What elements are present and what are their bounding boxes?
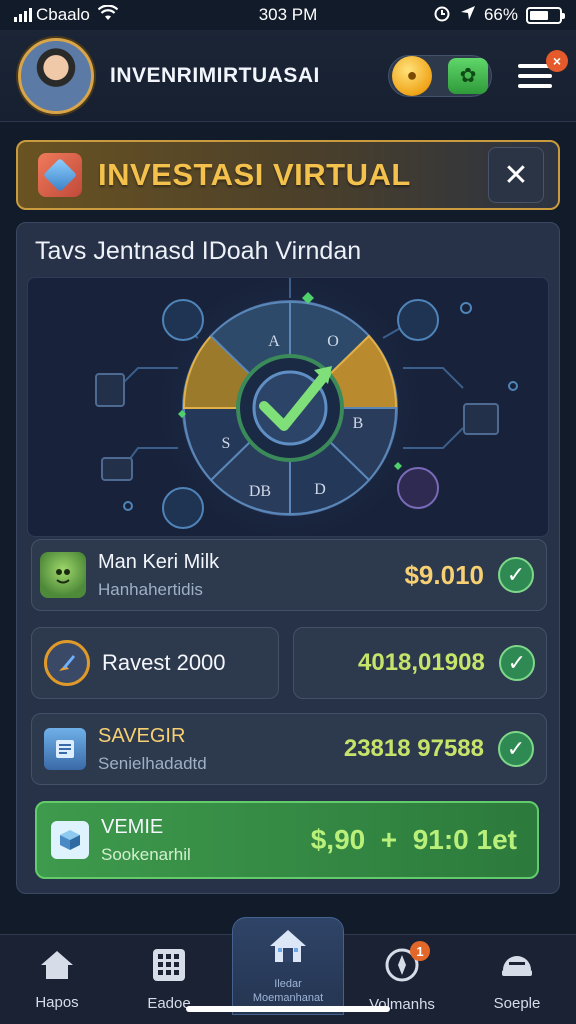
cube-icon [51, 821, 89, 859]
cube-icon [38, 153, 82, 197]
coin-icon[interactable]: ● [392, 55, 432, 96]
item-value: $9.010 [404, 559, 484, 590]
nav-badge: 1 [410, 941, 430, 961]
home-indicator [186, 1006, 390, 1012]
check-icon[interactable]: ✓ [498, 731, 534, 767]
page-title: INVESTASI VIRTUAL [98, 157, 411, 192]
dial-label: O [327, 333, 339, 350]
signal-icon [14, 8, 32, 22]
check-icon[interactable]: ✓ [498, 557, 534, 593]
document-icon [44, 728, 86, 770]
house-icon [268, 928, 308, 969]
nav-item-center[interactable]: Iledar Moemanhanat [232, 917, 344, 1015]
nav-label: Soeple [493, 995, 541, 1012]
list-item[interactable]: Ravest 2000 [31, 627, 279, 699]
app-header: INVENRIMIRTUASAI ● ✿ × [0, 30, 576, 122]
item-value: 23818 97588 [343, 735, 484, 762]
dial-label: DB [249, 483, 271, 500]
nav-sublabel: Moemanhanat [252, 991, 324, 1004]
mode-toggle[interactable]: ● ✿ [388, 54, 492, 97]
item-title: Ravest 2000 [102, 650, 226, 675]
avatar[interactable] [18, 37, 94, 114]
dial-label: S [222, 435, 231, 452]
status-bar: Cbaalo 303 PM 66% [0, 0, 576, 30]
location-icon [460, 5, 476, 26]
main-panel: Tavs Jentnasd IDoah Virndan A O B S DB D… [16, 222, 560, 894]
list-item[interactable]: 4018,01908 ✓ [293, 627, 547, 699]
dial-label: D [314, 481, 326, 498]
title-banner: INVESTASI VIRTUAL ✕ [16, 140, 560, 210]
battery-icon [526, 6, 565, 24]
dial-graphic: A O B S DB D [95, 278, 518, 536]
item-title: Man Keri Milk [98, 550, 220, 573]
nav-item-home[interactable]: Hapos [16, 935, 98, 1024]
helmet-icon [499, 948, 535, 987]
dial-label: B [353, 415, 364, 432]
plant-icon[interactable]: ✿ [448, 57, 488, 94]
item-title: SAVEGIR [98, 724, 186, 747]
battery-percent: 66% [483, 5, 518, 24]
battery-level [530, 10, 549, 20]
grid-icon [152, 948, 186, 987]
nav-label: Iledar [274, 977, 302, 990]
panel-subtitle: Tavs Jentnasd IDoah Virndan [35, 237, 362, 265]
nav-item-profile[interactable]: Soeple [476, 935, 558, 1024]
carrier-name: Cbaalo [36, 5, 90, 24]
list-item[interactable]: Man Keri Milk Hanhahertidis $9.010 ✓ [31, 539, 547, 611]
bottom-nav: Hapos Eadoe Iledar Moemanhanat 1 Volmanh… [0, 917, 576, 1024]
app-title: INVENRIMIRTUASAI [110, 63, 320, 87]
list-item[interactable]: SAVEGIR Senielhadadtd 23818 97588 ✓ [31, 713, 547, 785]
item-value: 4018,01908 [358, 649, 485, 676]
item-subtitle: Senielhadadtd [98, 753, 207, 773]
investment-dial-illustration: A O B S DB D [27, 277, 549, 537]
home-icon [39, 949, 75, 986]
check-icon[interactable]: ✓ [498, 645, 535, 681]
dial-label: A [268, 333, 280, 350]
close-button[interactable]: ✕ [488, 147, 544, 203]
menu-button[interactable]: × [518, 49, 568, 96]
nav-label: Eadoe [147, 995, 191, 1012]
character-icon [40, 552, 86, 598]
notification-badge: × [546, 49, 568, 72]
item-subtitle: Hanhahertidis [98, 579, 203, 599]
item-subtitle: Sookenarhil [101, 844, 191, 864]
invest-action-row[interactable]: VEMIE Sookenarhil $,90 + 91:0 1et [35, 801, 539, 879]
item-title: VEMIE [101, 815, 164, 838]
alarm-icon [432, 3, 452, 28]
rocket-icon [44, 640, 90, 686]
nav-label: Hapos [35, 994, 79, 1011]
wifi-icon [97, 4, 119, 26]
item-value: $,90 + 91:0 1et [310, 824, 517, 855]
